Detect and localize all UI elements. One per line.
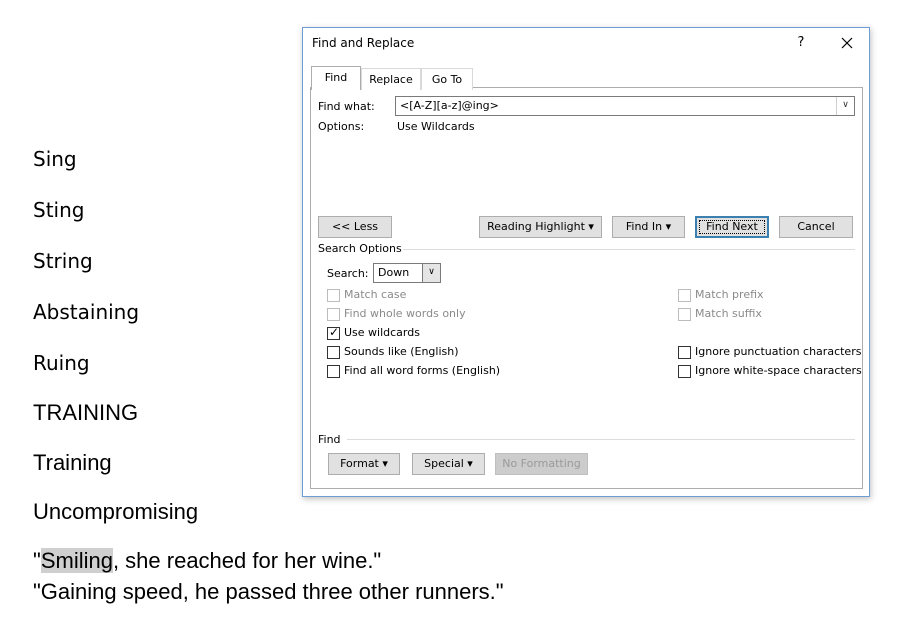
ignore-punctuation-checkbox[interactable] bbox=[678, 346, 691, 359]
sentence-1-prefix: " bbox=[33, 548, 41, 573]
find-in-button[interactable]: Find In ▾ bbox=[612, 216, 685, 238]
search-direction-label: Search: bbox=[327, 267, 369, 280]
tab-go-to[interactable]: Go To bbox=[421, 68, 473, 90]
close-icon bbox=[841, 37, 853, 49]
doc-word-training: Training bbox=[33, 450, 112, 475]
dialog-title: Find and Replace bbox=[312, 36, 415, 50]
tab-find[interactable]: Find bbox=[311, 66, 361, 90]
doc-word-ruing: Ruing bbox=[33, 351, 90, 375]
match-case-label: Match case bbox=[344, 288, 407, 301]
doc-word-sing: Sing bbox=[33, 147, 77, 171]
sounds-like-checkbox[interactable] bbox=[327, 346, 340, 359]
dialog-titlebar[interactable]: Find and Replace ? bbox=[303, 28, 869, 58]
whole-words-label: Find whole words only bbox=[344, 307, 466, 320]
no-formatting-button[interactable]: No Formatting bbox=[495, 453, 588, 475]
match-prefix-label: Match prefix bbox=[695, 288, 764, 301]
match-suffix-label: Match suffix bbox=[695, 307, 762, 320]
chevron-down-icon: ∨ bbox=[428, 267, 435, 277]
find-history-dropdown[interactable]: ∨ bbox=[836, 97, 854, 115]
use-wildcards-label: Use wildcards bbox=[344, 326, 420, 339]
doc-sentence-2: "Gaining speed, he passed three other ru… bbox=[33, 579, 504, 604]
search-options-title: Search Options bbox=[318, 242, 402, 255]
doc-word-sting: Sting bbox=[33, 198, 85, 222]
options-value: Use Wildcards bbox=[397, 120, 475, 133]
word-forms-checkbox[interactable] bbox=[327, 365, 340, 378]
search-result-highlight: Smiling bbox=[40, 548, 113, 573]
find-next-button[interactable]: Find Next bbox=[695, 216, 769, 238]
help-button[interactable]: ? bbox=[791, 33, 811, 53]
chevron-down-icon: ∨ bbox=[842, 100, 849, 110]
doc-word-uncompromising: Uncompromising bbox=[33, 499, 199, 524]
whole-words-checkbox[interactable] bbox=[327, 308, 340, 321]
find-section-divider bbox=[347, 439, 855, 440]
ignore-whitespace-checkbox[interactable] bbox=[678, 365, 691, 378]
match-prefix-checkbox[interactable] bbox=[678, 289, 691, 302]
less-button[interactable]: << Less bbox=[318, 216, 392, 238]
ignore-whitespace-label: Ignore white-space characters bbox=[695, 364, 862, 377]
sentence-1-rest: , she reached for her wine." bbox=[112, 548, 382, 573]
find-section-title: Find bbox=[318, 433, 341, 446]
cancel-button[interactable]: Cancel bbox=[779, 216, 853, 238]
word-forms-label: Find all word forms (English) bbox=[344, 364, 501, 377]
doc-word-string: String bbox=[33, 249, 93, 273]
options-label: Options: bbox=[318, 120, 365, 133]
search-options-divider bbox=[403, 249, 855, 250]
checkmark-icon: ✓ bbox=[329, 325, 340, 339]
ignore-punctuation-label: Ignore punctuation characters bbox=[695, 345, 862, 358]
focus-rectangle bbox=[699, 220, 765, 234]
close-button[interactable] bbox=[835, 32, 859, 54]
find-what-label: Find what: bbox=[318, 100, 375, 113]
match-suffix-checkbox[interactable] bbox=[678, 308, 691, 321]
doc-word-training-caps: TRAINING bbox=[33, 400, 139, 425]
tab-replace[interactable]: Replace bbox=[361, 68, 421, 90]
doc-word-abstaining: Abstaining bbox=[33, 300, 140, 324]
search-direction-dropdown[interactable]: ∨ bbox=[422, 264, 440, 282]
reading-highlight-button[interactable]: Reading Highlight ▾ bbox=[479, 216, 602, 238]
match-case-checkbox[interactable] bbox=[327, 289, 340, 302]
use-wildcards-checkbox[interactable]: ✓ bbox=[327, 325, 340, 340]
format-button[interactable]: Format ▾ bbox=[328, 453, 400, 475]
find-what-input[interactable]: <[A-Z][a-z]@ing> bbox=[395, 96, 855, 116]
find-replace-dialog: Find and Replace ? Find Replace Go To Fi… bbox=[302, 27, 870, 497]
special-button[interactable]: Special ▾ bbox=[412, 453, 485, 475]
doc-sentence-1: "Smiling, she reached for her wine." bbox=[33, 548, 381, 574]
sounds-like-label: Sounds like (English) bbox=[344, 345, 459, 358]
